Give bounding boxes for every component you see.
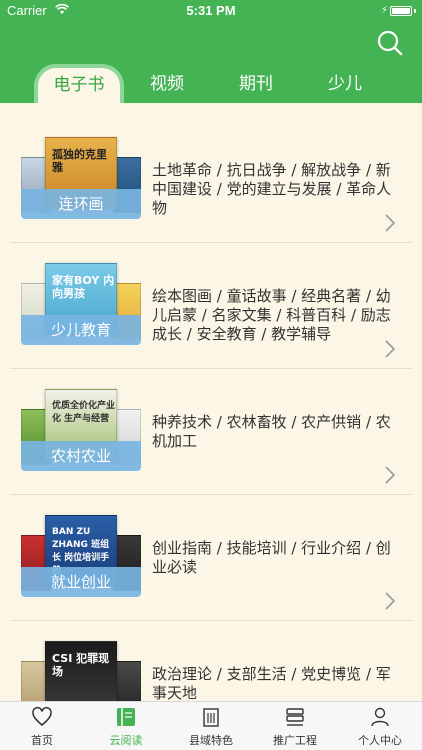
- category-row-comics[interactable]: 孤独的克里雅 连环画 土地革命 / 抗日战争 / 解放战争 / 新中国建设 / …: [10, 117, 412, 243]
- header: Carrier 5:31 PM ⚡ 电子书 视频 期刊 少儿: [0, 0, 422, 104]
- heart-icon: [32, 706, 52, 726]
- tab-ebook[interactable]: 电子书: [34, 64, 124, 104]
- person-icon: [371, 707, 389, 727]
- tab-promotion[interactable]: 推广工程: [253, 702, 337, 750]
- tab-journal[interactable]: 期刊: [211, 64, 301, 104]
- tab-county-features[interactable]: 县域特色: [169, 702, 253, 750]
- book-icon: [117, 708, 135, 726]
- search-icon[interactable]: [376, 29, 404, 57]
- tab-home-label: 首页: [31, 734, 53, 747]
- category-thumbnail: BAN ZU ZHANG 班组长 岗位培训手册 就业创业: [21, 515, 141, 597]
- category-tabs: 电子书 视频 期刊 少儿: [0, 64, 422, 104]
- chevron-right-icon[interactable]: [384, 591, 396, 611]
- category-row-agriculture[interactable]: 优质全价化产业化 生产与经营 农村农业 种养技术 / 农林畜牧 / 农产供销 /…: [10, 369, 412, 495]
- status-bar: Carrier 5:31 PM ⚡: [0, 0, 422, 22]
- category-description: 种养技术 / 农林畜牧 / 农产供销 / 农机加工: [152, 413, 391, 450]
- category-row-party-building[interactable]: CSI 犯罪现场 政治理论 / 支部生活 / 党史博览 / 军事天地: [10, 621, 412, 701]
- tab-profile-label: 个人中心: [358, 734, 402, 747]
- tab-home[interactable]: 首页: [0, 702, 84, 750]
- bottom-tab-bar: 首页 云阅读 县域特色 推广工程 个人中心: [0, 701, 422, 750]
- category-thumbnail: 孤独的克里雅 连环画: [21, 137, 141, 219]
- category-row-employment[interactable]: BAN ZU ZHANG 班组长 岗位培训手册 就业创业 创业指南 / 技能培训…: [10, 495, 412, 621]
- category-list: 孤独的克里雅 连环画 土地革命 / 抗日战争 / 解放战争 / 新中国建设 / …: [0, 103, 422, 701]
- category-thumbnail: 优质全价化产业化 生产与经营 农村农业: [21, 389, 141, 471]
- tab-profile[interactable]: 个人中心: [338, 702, 422, 750]
- category-row-children-education[interactable]: 家有BOY 内向男孩 少儿教育 绘本图画 / 童话故事 / 经典名著 / 幼儿启…: [10, 243, 412, 369]
- category-label: 少儿教育: [21, 315, 141, 345]
- tab-children[interactable]: 少儿: [300, 64, 390, 104]
- category-label: 农村农业: [21, 441, 141, 471]
- chevron-right-icon[interactable]: [384, 213, 396, 233]
- category-description: 绘本图画 / 童话故事 / 经典名著 / 幼儿启蒙 / 名家文集 / 科普百科 …: [152, 287, 391, 343]
- category-label: 连环画: [21, 189, 141, 219]
- chevron-right-icon[interactable]: [384, 339, 396, 359]
- battery-icon: ⚡: [381, 5, 416, 16]
- category-thumbnail: CSI 犯罪现场: [21, 641, 141, 701]
- tab-video[interactable]: 视频: [122, 64, 212, 104]
- tab-promotion-label: 推广工程: [273, 734, 317, 747]
- category-description: 创业指南 / 技能培训 / 行业介绍 / 创业必读: [152, 539, 391, 576]
- chevron-right-icon[interactable]: [384, 465, 396, 485]
- category-label: 就业创业: [21, 567, 141, 597]
- clock: 5:31 PM: [186, 3, 236, 18]
- tab-cloud-reading-label: 云阅读: [109, 734, 143, 747]
- tab-cloud-reading[interactable]: 云阅读: [84, 702, 168, 750]
- category-description: 土地革命 / 抗日战争 / 解放战争 / 新中国建设 / 党的建立与发展 / 革…: [152, 161, 392, 217]
- category-thumbnail: 家有BOY 内向男孩 少儿教育: [21, 263, 141, 345]
- tab-county-features-label: 县域特色: [189, 734, 233, 747]
- category-description: 政治理论 / 支部生活 / 党史博览 / 军事天地: [152, 665, 391, 701]
- layers-icon: [286, 708, 304, 726]
- building-icon: [203, 708, 219, 727]
- book-cover: CSI 犯罪现场: [45, 641, 117, 701]
